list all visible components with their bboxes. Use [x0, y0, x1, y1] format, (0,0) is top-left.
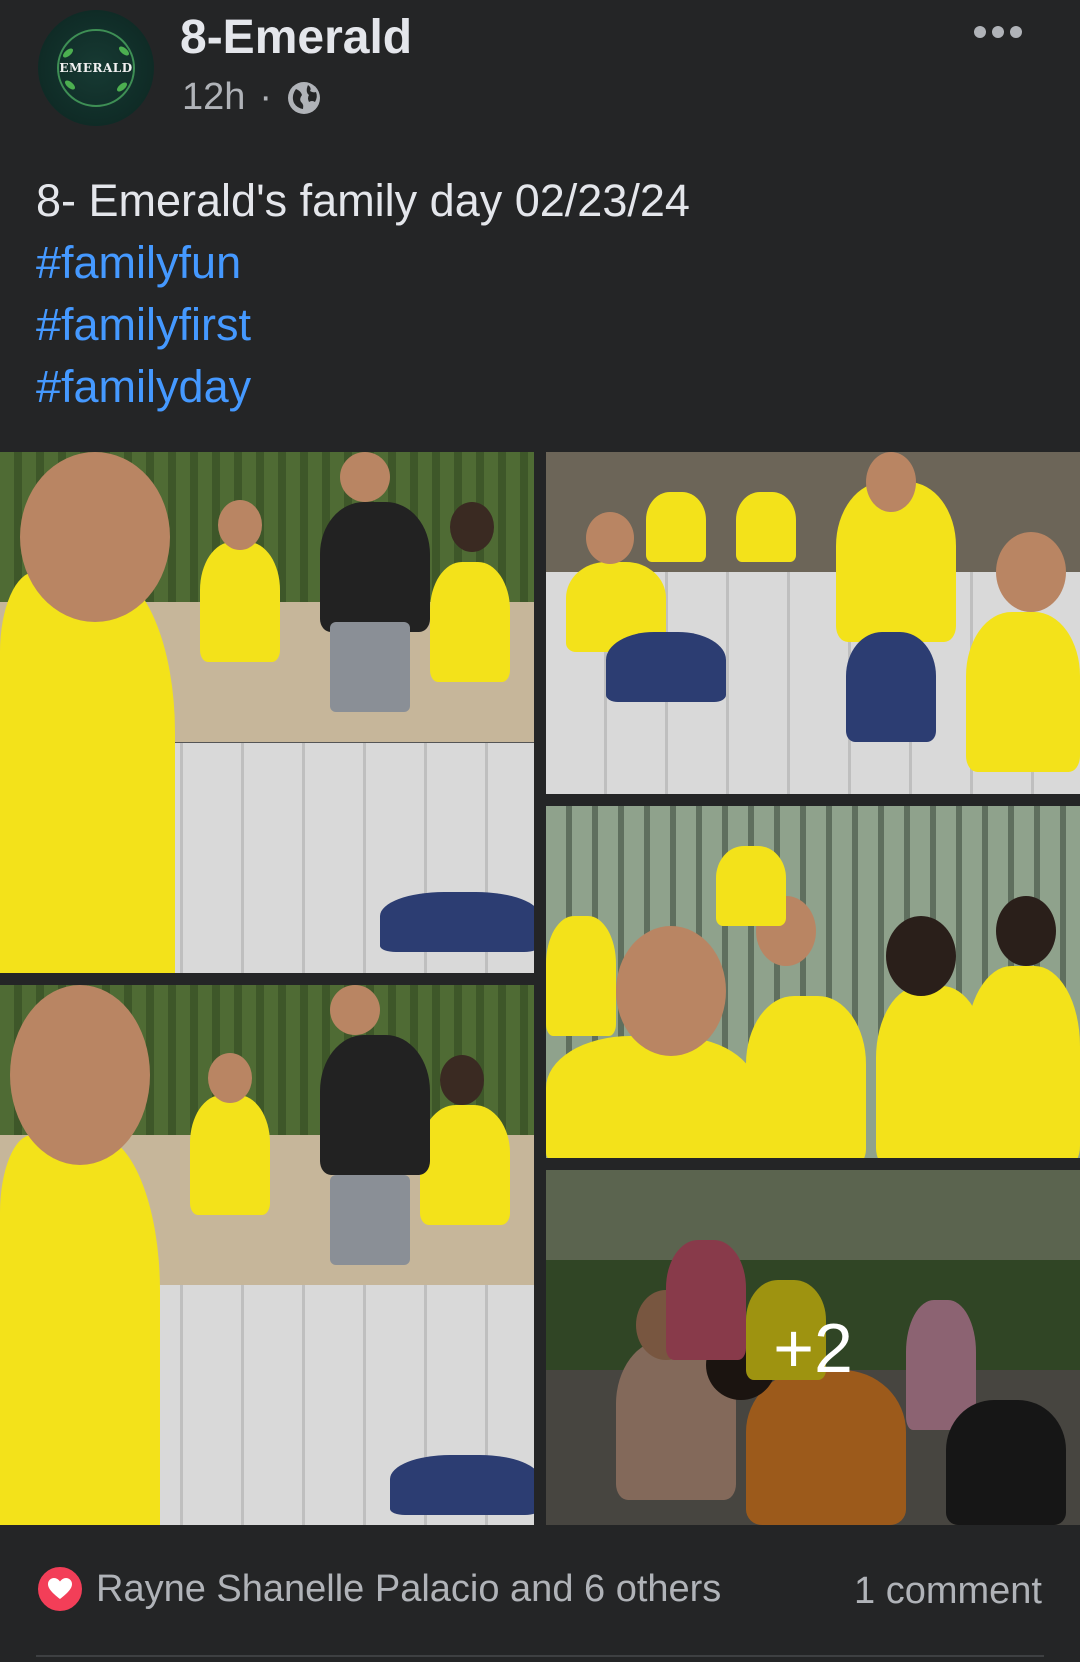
hashtag-familyday[interactable]: #familyday: [36, 356, 690, 418]
photo-2[interactable]: [546, 452, 1080, 794]
photo-5[interactable]: +2: [546, 1170, 1080, 1525]
globe-icon: [288, 81, 321, 114]
avatar[interactable]: EMERALD: [38, 10, 154, 126]
post-footer: Rayne Shanelle Palacio and 6 others 1 co…: [0, 1525, 1080, 1662]
comments-count[interactable]: 1 comment: [854, 1570, 1042, 1613]
post-caption: 8- Emerald's family day 02/23/24: [36, 175, 690, 226]
avatar-logo-text: EMERALD: [59, 61, 133, 75]
photo-3[interactable]: [0, 985, 534, 1525]
reactions-summary[interactable]: Rayne Shanelle Palacio and 6 others: [36, 1565, 721, 1613]
more-options-icon[interactable]: [974, 22, 1026, 42]
post-body: 8- Emerald's family day 02/23/24 #family…: [36, 170, 690, 418]
more-photos-overlay[interactable]: +2: [546, 1170, 1080, 1525]
hashtag-familyfirst[interactable]: #familyfirst: [36, 294, 690, 356]
page-name[interactable]: 8-Emerald: [180, 10, 412, 65]
post-meta: 12h ·: [182, 76, 322, 119]
photo-grid: +2: [0, 452, 1080, 1525]
post-header: EMERALD 8-Emerald 12h ·: [0, 0, 1080, 145]
meta-separator: ·: [259, 76, 273, 118]
heart-icon: [36, 1565, 84, 1613]
photo-1[interactable]: [0, 452, 534, 973]
footer-divider: [36, 1655, 1044, 1657]
photo-4[interactable]: [546, 806, 1080, 1158]
post-time[interactable]: 12h: [182, 76, 245, 119]
reactions-label: Rayne Shanelle Palacio and 6 others: [96, 1567, 722, 1610]
hashtag-familyfun[interactable]: #familyfun: [36, 232, 690, 294]
more-photos-count: +2: [773, 1308, 853, 1387]
